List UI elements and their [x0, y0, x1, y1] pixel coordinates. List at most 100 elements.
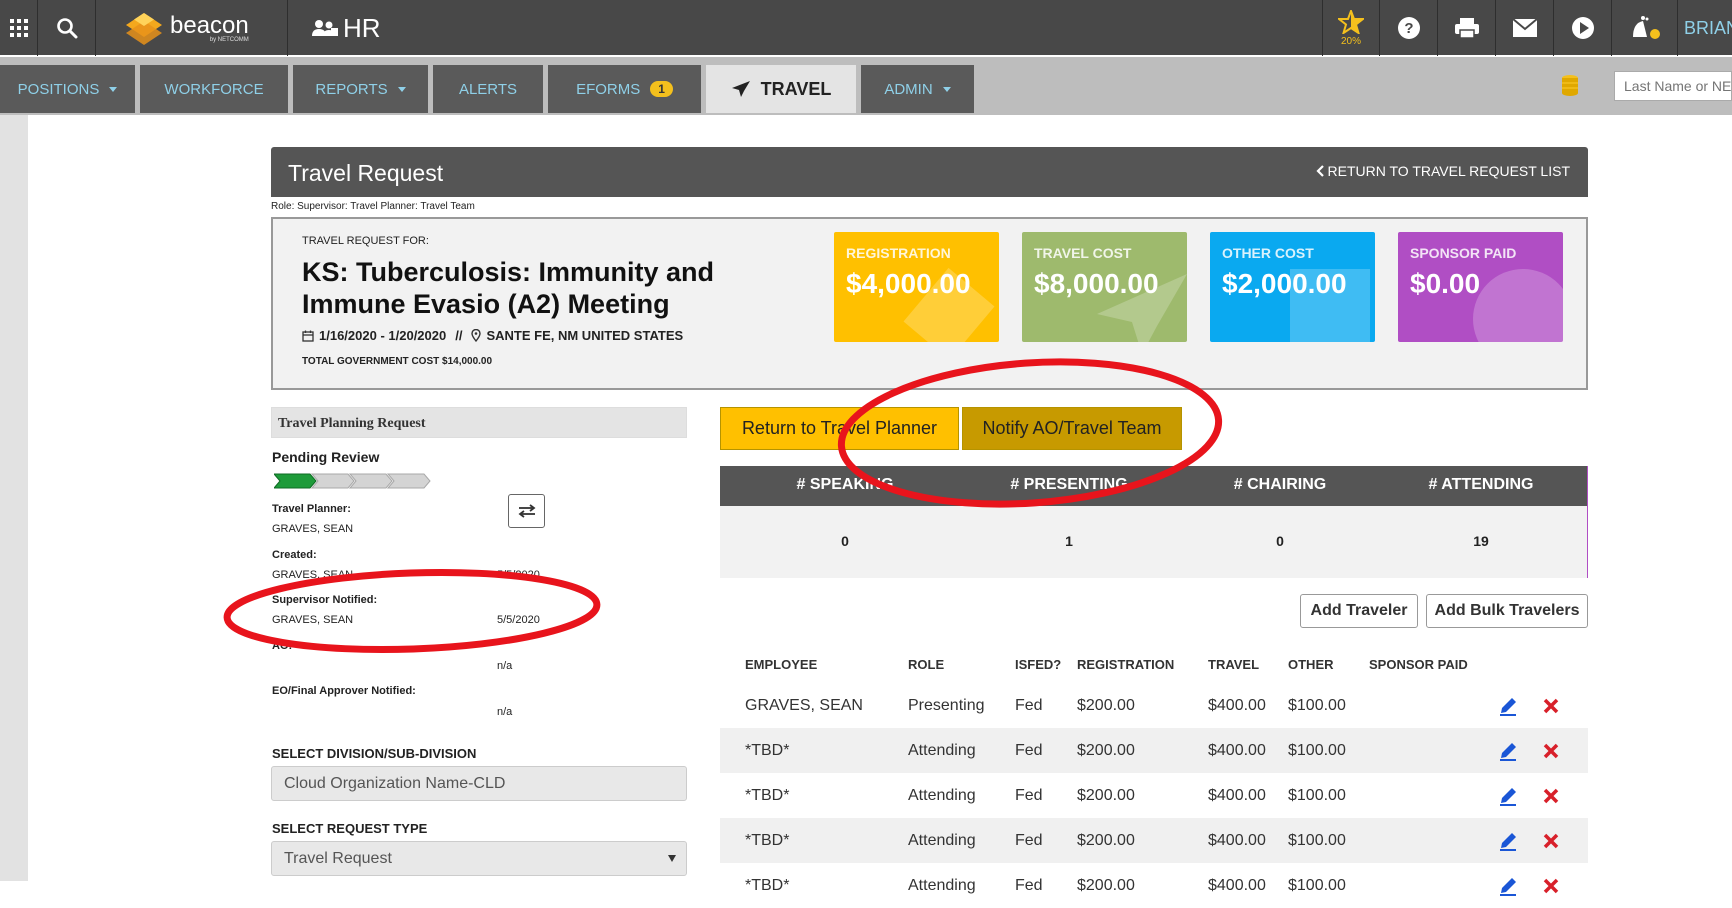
- apps-grid-icon[interactable]: [0, 0, 38, 56]
- delete-x-icon[interactable]: [1543, 773, 1559, 818]
- created-value: GRAVES, SEAN: [272, 569, 354, 581]
- tab-reports-label: REPORTS: [315, 80, 388, 98]
- add-bulk-travelers-button[interactable]: Add Bulk Travelers: [1426, 594, 1588, 628]
- table-cell: $100.00: [1288, 786, 1346, 804]
- card-label: OTHER COST: [1222, 245, 1314, 261]
- edit-pencil-icon[interactable]: [1498, 773, 1518, 818]
- favorites-star[interactable]: 20%: [1322, 0, 1380, 56]
- request-type-select[interactable]: Travel Request: [271, 841, 687, 876]
- table-cell: $400.00: [1208, 786, 1266, 804]
- edit-pencil-icon[interactable]: [1498, 683, 1518, 728]
- tab-positions[interactable]: POSITIONS: [0, 65, 135, 113]
- table-cell: Fed: [1015, 696, 1043, 714]
- table-cell: $100.00: [1288, 696, 1346, 714]
- tab-alerts[interactable]: ALERTS: [433, 65, 543, 113]
- delete-x-icon[interactable]: [1543, 863, 1559, 908]
- tab-positions-label: POSITIONS: [17, 80, 100, 98]
- tab-reports[interactable]: REPORTS: [293, 65, 428, 113]
- delete-x-icon[interactable]: [1543, 683, 1559, 728]
- meta-separator: //: [455, 328, 463, 343]
- return-to-list-link[interactable]: RETURN TO TRAVEL REQUEST LIST: [1315, 163, 1570, 179]
- table-cell: $200.00: [1077, 786, 1135, 804]
- table-row: GRAVES, SEAN Presenting Fed $200.00 $400.00 $…: [720, 683, 1588, 728]
- table-row: *TBD* Attending Fed $200.00 $400.00 $100.00: [720, 773, 1588, 818]
- coins-icon[interactable]: [1560, 74, 1580, 103]
- tab-workforce-label: WORKFORCE: [164, 80, 264, 98]
- edit-pencil-icon[interactable]: [1498, 863, 1518, 908]
- table-header: OTHER: [1288, 657, 1334, 672]
- print-icon[interactable]: [1438, 0, 1496, 56]
- left-gutter: [0, 115, 28, 881]
- edit-pencil-icon[interactable]: [1498, 728, 1518, 773]
- table-cell: $400.00: [1208, 831, 1266, 849]
- table-header: REGISTRATION: [1077, 657, 1175, 672]
- notify-ao-button[interactable]: Notify AO/Travel Team: [962, 407, 1182, 450]
- swap-arrows-icon: [518, 504, 535, 518]
- play-icon[interactable]: [1554, 0, 1612, 56]
- cost-card-travel-cost: TRAVEL COST $8,000.00: [1022, 232, 1187, 342]
- card-value: $4,000.00: [846, 268, 971, 299]
- return-link-label: RETURN TO TRAVEL REQUEST LIST: [1327, 163, 1570, 179]
- event-meta: 1/16/2020 - 1/20/2020 // SANTE FE, NM UN…: [302, 328, 683, 343]
- table-cell: Fed: [1015, 786, 1043, 804]
- created-label: Created:: [272, 549, 317, 561]
- search-icon[interactable]: [38, 0, 96, 56]
- cost-card-registration: REGISTRATION $4,000.00: [834, 232, 999, 342]
- edit-pencil-icon[interactable]: [1498, 818, 1518, 863]
- table-cell: Attending: [908, 741, 976, 759]
- card-label: REGISTRATION: [846, 245, 951, 261]
- tab-eforms[interactable]: EFORMS 1: [548, 65, 701, 113]
- table-header: ROLE: [908, 657, 945, 672]
- delete-x-icon[interactable]: [1543, 728, 1559, 773]
- table-cell: Attending: [908, 831, 976, 849]
- app-name: beacon: [170, 11, 249, 39]
- table-cell: $100.00: [1288, 876, 1346, 894]
- event-dates: 1/16/2020 - 1/20/2020: [319, 328, 447, 343]
- help-icon[interactable]: ?: [1380, 0, 1438, 56]
- progress-step: [348, 473, 393, 489]
- card-value: $8,000.00: [1034, 268, 1159, 299]
- people-icon: [312, 20, 338, 36]
- beacon-logo[interactable]: beacon by NETCOMM: [96, 0, 288, 56]
- employee-search-input[interactable]: [1614, 71, 1732, 101]
- travel-planner-value: GRAVES, SEAN: [272, 523, 354, 535]
- reassign-button[interactable]: [508, 494, 545, 528]
- tab-admin[interactable]: ADMIN: [861, 65, 974, 113]
- module-switcher[interactable]: HR: [289, 0, 399, 56]
- event-title-line1: KS: Tuberculosis: Immunity and: [302, 257, 715, 287]
- ao-date: n/a: [497, 660, 513, 672]
- return-to-planner-button[interactable]: Return to Travel Planner: [720, 407, 959, 450]
- division-select[interactable]: Cloud Organization Name-CLD: [271, 766, 687, 801]
- chevron-down-icon: [397, 86, 406, 92]
- tab-travel[interactable]: TRAVEL: [706, 65, 856, 113]
- table-cell: GRAVES, SEAN: [745, 696, 863, 714]
- card-value: $0.00: [1410, 268, 1481, 299]
- eo-approver-date: n/a: [497, 706, 513, 718]
- eo-approver-label: EO/Final Approver Notified:: [272, 685, 416, 697]
- progress-step: [386, 473, 431, 489]
- status-label: Pending Review: [272, 449, 380, 465]
- add-traveler-button[interactable]: Add Traveler: [1300, 594, 1418, 628]
- cost-card-sponsor-paid: SPONSOR PAID $0.00: [1398, 232, 1563, 342]
- notifications-icon[interactable]: [1612, 0, 1678, 56]
- table-cell: *TBD*: [745, 786, 790, 804]
- table-cell: $200.00: [1077, 696, 1135, 714]
- event-title-line2: Immune Evasio (A2) Meeting: [302, 289, 670, 319]
- table-cell: $100.00: [1288, 741, 1346, 759]
- beacon-logo-icon: [126, 13, 162, 45]
- tab-workforce[interactable]: WORKFORCE: [140, 65, 288, 113]
- delete-x-icon[interactable]: [1543, 818, 1559, 863]
- planning-section-title: Travel Planning Request: [271, 407, 687, 438]
- table-cell: Attending: [908, 786, 976, 804]
- table-cell: $400.00: [1208, 696, 1266, 714]
- user-menu[interactable]: BRIAN: [1678, 0, 1732, 56]
- module-name: HR: [343, 12, 381, 43]
- stats-value: 1: [1065, 533, 1073, 549]
- event-title: KS: Tuberculosis: Immunity and Immune Ev…: [302, 256, 714, 320]
- airplane-icon: [731, 81, 750, 97]
- mail-icon[interactable]: [1496, 0, 1554, 56]
- table-header: SPONSOR PAID: [1369, 657, 1468, 672]
- stats-value: 0: [1276, 533, 1284, 549]
- table-cell: *TBD*: [745, 831, 790, 849]
- created-date: 5/5/2020: [497, 569, 540, 581]
